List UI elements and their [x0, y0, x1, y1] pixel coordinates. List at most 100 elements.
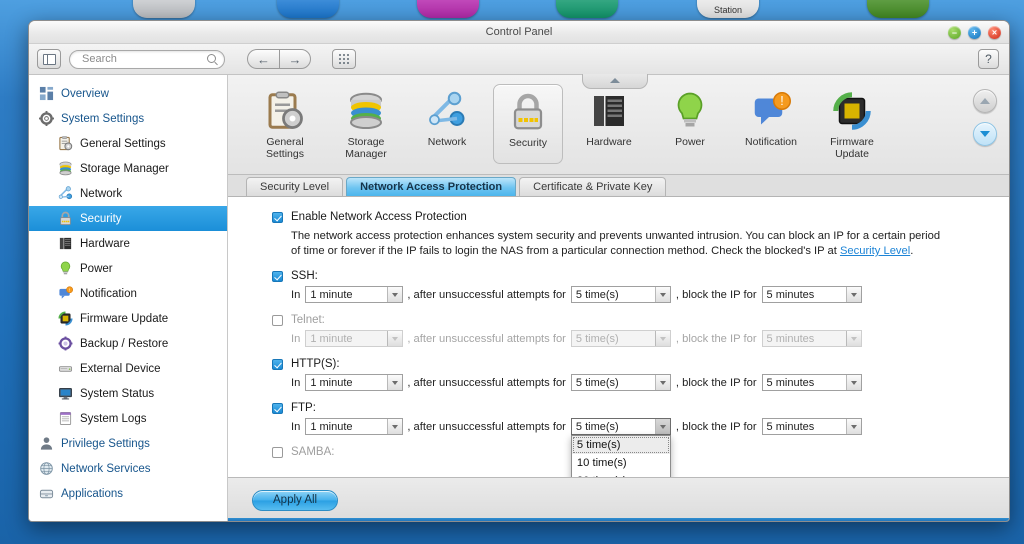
chevron-down-icon[interactable] [387, 331, 402, 346]
sidebar-toggle-button[interactable] [37, 49, 61, 69]
sidebar-item-firmware-update[interactable]: Firmware Update [29, 306, 227, 331]
block-duration-select[interactable]: 5 minutes [762, 374, 862, 391]
chevron-down-icon[interactable] [655, 375, 670, 390]
sidebar-item-security[interactable]: Security [29, 206, 227, 231]
chevron-down-icon[interactable] [387, 375, 402, 390]
sidebar-item-backup-restore[interactable]: Backup / Restore [29, 331, 227, 356]
tab-certificate-private-key[interactable]: Certificate & Private Key [519, 177, 666, 196]
service-name-row[interactable]: Telnet: [272, 314, 989, 326]
category-icon-hardware[interactable]: Hardware [574, 84, 644, 164]
sidebar-item-network[interactable]: Network [29, 181, 227, 206]
chevron-down-icon[interactable] [387, 419, 402, 434]
sidebar-item-system-logs[interactable]: System Logs [29, 406, 227, 431]
chevron-down-icon[interactable] [655, 331, 670, 346]
minutes-select[interactable]: 1 minute [305, 330, 403, 347]
search-box[interactable] [69, 50, 225, 69]
sidebar-item-system-settings[interactable]: System Settings [29, 106, 227, 131]
sidebar-item-external-device[interactable]: External Device [29, 356, 227, 381]
close-button[interactable]: × [988, 26, 1001, 39]
attempts-dropdown-option[interactable]: 10 time(s) [572, 454, 670, 472]
category-icon-bar: GeneralSettingsStorageManagerNetworkSecu… [228, 75, 1009, 175]
external-device-icon [58, 361, 73, 376]
block-duration-select[interactable]: 5 minutes [762, 286, 862, 303]
attempts-select[interactable]: 5 time(s) [571, 286, 671, 303]
service-label: SAMBA: [291, 446, 334, 458]
service-checkbox[interactable] [272, 315, 283, 326]
chevron-down-icon[interactable] [846, 287, 861, 302]
sidebar-item-notification[interactable]: !Notification [29, 281, 227, 306]
security-level-link[interactable]: Security Level [840, 245, 910, 257]
attempts-select[interactable]: 5 time(s) [571, 418, 671, 435]
category-icon-notification[interactable]: !Notification [736, 84, 806, 164]
category-icon-label-line2: Settings [252, 148, 318, 160]
service-checkbox[interactable] [272, 271, 283, 282]
magenta-app-icon[interactable] [417, 0, 479, 18]
category-icon-security[interactable]: Security [493, 84, 563, 164]
service-checkbox[interactable] [272, 447, 283, 458]
sidebar-item-system-status[interactable]: System Status [29, 381, 227, 406]
chevron-down-icon[interactable] [846, 375, 861, 390]
sidebar-item-network-services[interactable]: Network Services [29, 456, 227, 481]
sidebar-item-privilege-settings[interactable]: Privilege Settings [29, 431, 227, 456]
tab-security-level[interactable]: Security Level [246, 177, 343, 196]
enable-checkbox[interactable] [272, 212, 283, 223]
attempts-select[interactable]: 5 time(s) [571, 374, 671, 391]
chevron-down-icon[interactable] [387, 287, 402, 302]
service-config-row: In1 minute, after unsuccessful attempts … [291, 330, 989, 347]
category-icon-network[interactable]: Network [412, 84, 482, 164]
attempts-select[interactable]: 5 time(s) [571, 330, 671, 347]
attempts-dropdown-option[interactable]: 5 time(s) [572, 436, 670, 454]
sidebar-item-storage-manager[interactable]: Storage Manager [29, 156, 227, 181]
search-input[interactable] [82, 53, 208, 65]
collapse-handle[interactable] [582, 74, 648, 89]
sidebar-item-overview[interactable]: Overview [29, 81, 227, 106]
apply-all-button[interactable]: Apply All [252, 490, 338, 511]
category-icon-firmware-update[interactable]: FirmwareUpdate [817, 84, 887, 164]
forward-button[interactable]: → [279, 49, 311, 69]
window-controls: – + × [948, 26, 1001, 39]
scroll-down-button[interactable] [973, 122, 997, 146]
scroll-up-button[interactable] [973, 89, 997, 113]
sidebar-item-hardware[interactable]: Hardware [29, 231, 227, 256]
olive-app-icon[interactable] [867, 0, 929, 18]
apps-grid-button[interactable] [332, 49, 356, 69]
service-name-row[interactable]: SSH: [272, 270, 989, 282]
category-icon-label-line2: Update [819, 148, 885, 160]
sidebar-item-power[interactable]: Power [29, 256, 227, 281]
service-checkbox[interactable] [272, 359, 283, 370]
help-button[interactable]: ? [978, 49, 999, 69]
category-icon-storage-manager[interactable]: StorageManager [331, 84, 401, 164]
window-title: Control Panel [29, 26, 1009, 38]
category-icon-power[interactable]: Power [655, 84, 725, 164]
lock-icon [58, 211, 73, 226]
tab-network-access-protection[interactable]: Network Access Protection [346, 177, 516, 196]
minimize-button[interactable]: – [948, 26, 961, 39]
disk-station-icon[interactable] [133, 0, 195, 18]
chevron-down-icon[interactable] [655, 287, 670, 302]
maximize-button[interactable]: + [968, 26, 981, 39]
blue-app-icon[interactable] [277, 0, 339, 18]
service-name-row[interactable]: FTP: [272, 402, 989, 414]
attempts-dropdown-option[interactable]: 20 time(s) [572, 472, 670, 477]
sidebar-item-general-settings[interactable]: General Settings [29, 131, 227, 156]
window-titlebar[interactable]: Control Panel – + × [29, 21, 1009, 44]
service-block-ftp: FTP:In1 minute, after unsuccessful attem… [272, 402, 989, 435]
attempts-dropdown-list[interactable]: 5 time(s)10 time(s)20 time(s)30 time(s)1… [571, 435, 671, 477]
block-duration-select[interactable]: 5 minutes [762, 418, 862, 435]
sidebar-item-applications[interactable]: Applications [29, 481, 227, 506]
block-duration-select[interactable]: 5 minutes [762, 330, 862, 347]
navigation-group: ← → [247, 49, 311, 69]
chevron-down-icon[interactable] [655, 419, 670, 434]
service-name-row[interactable]: HTTP(S): [272, 358, 989, 370]
minutes-select[interactable]: 1 minute [305, 374, 403, 391]
enable-network-access-protection-row[interactable]: Enable Network Access Protection [272, 211, 989, 223]
minutes-select[interactable]: 1 minute [305, 286, 403, 303]
minutes-select[interactable]: 1 minute [305, 418, 403, 435]
service-checkbox[interactable] [272, 403, 283, 414]
chevron-down-icon[interactable] [846, 419, 861, 434]
back-button[interactable]: ← [247, 49, 279, 69]
chevron-down-icon[interactable] [846, 331, 861, 346]
category-icon-general-settings[interactable]: GeneralSettings [250, 84, 320, 164]
green-app-icon[interactable] [556, 0, 618, 18]
station-app-icon[interactable]: Station [697, 0, 759, 18]
